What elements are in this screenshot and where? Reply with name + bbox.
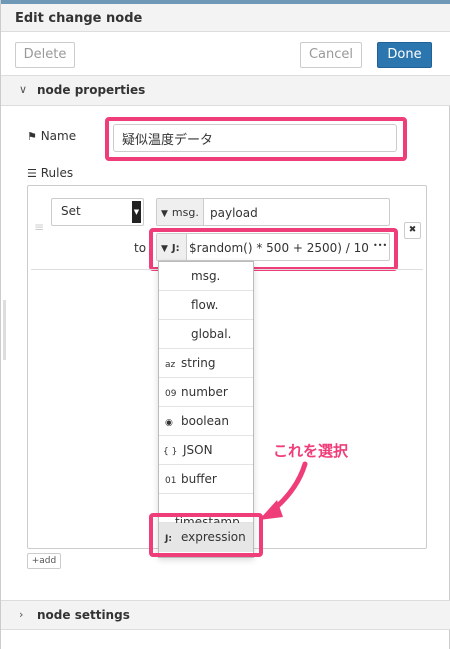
json-icon: { } [163,447,178,457]
chevron-down-icon: ∨ [19,83,28,96]
name-highlight-box [105,117,407,161]
property-typed-input[interactable]: ▼ msg. payload [156,198,390,226]
node-properties-header[interactable]: ∨ node properties [1,76,450,106]
add-rule-button[interactable]: +add [27,553,61,569]
buffer-icon: 01 [165,476,177,486]
number-icon: 09 [165,389,177,399]
dropdown-item-buffer[interactable]: 01 buffer [159,465,253,494]
chevron-down-icon: ▼ [132,201,141,223]
chevron-right-icon: › [19,608,24,621]
list-icon: ☰ [27,167,37,180]
rules-label: ☰ Rules [27,166,74,180]
delete-button[interactable]: Delete [15,42,75,68]
edit-tray: Edit change node Delete Cancel Done ∨ no… [0,0,450,649]
node-settings-title: node settings [37,608,130,622]
name-label: ⚑ Name [27,129,77,143]
property-value[interactable]: payload [210,206,258,220]
dropdown-item-flow[interactable]: flow. [159,291,253,320]
drag-handle-icon[interactable]: ≡ [34,221,44,233]
caret-down-icon: ▼ [161,209,168,219]
dropdown-item-global[interactable]: global. [159,320,253,349]
property-type-button[interactable]: ▼ msg. [157,199,204,225]
tray-toolbar: Delete Cancel Done [1,32,450,76]
tray-title: Edit change node [15,11,143,26]
string-icon: az [165,360,176,370]
resize-handle[interactable] [3,300,6,360]
action-select[interactable]: Set ▼ [51,198,144,226]
tag-icon: ⚑ [27,130,37,143]
to-label: to [134,241,147,255]
annotation-text: これを選択 [273,442,349,460]
expression-highlight-box [149,513,263,557]
dropdown-item-number[interactable]: 09 number [159,378,253,407]
delete-rule-button[interactable]: ✖ [404,222,421,239]
node-settings-header[interactable]: › node settings [1,600,450,630]
dropdown-item-boolean[interactable]: ◉ boolean [159,407,253,436]
done-button[interactable]: Done [377,42,432,68]
node-properties-title: node properties [37,83,146,97]
tray-header: Edit change node [1,4,450,32]
dropdown-item-string[interactable]: az string [159,349,253,378]
boolean-icon: ◉ [165,418,173,428]
cancel-button[interactable]: Cancel [300,42,362,68]
dropdown-item-msg[interactable]: msg. [159,262,253,291]
dropdown-item-json[interactable]: { } JSON [159,436,253,465]
